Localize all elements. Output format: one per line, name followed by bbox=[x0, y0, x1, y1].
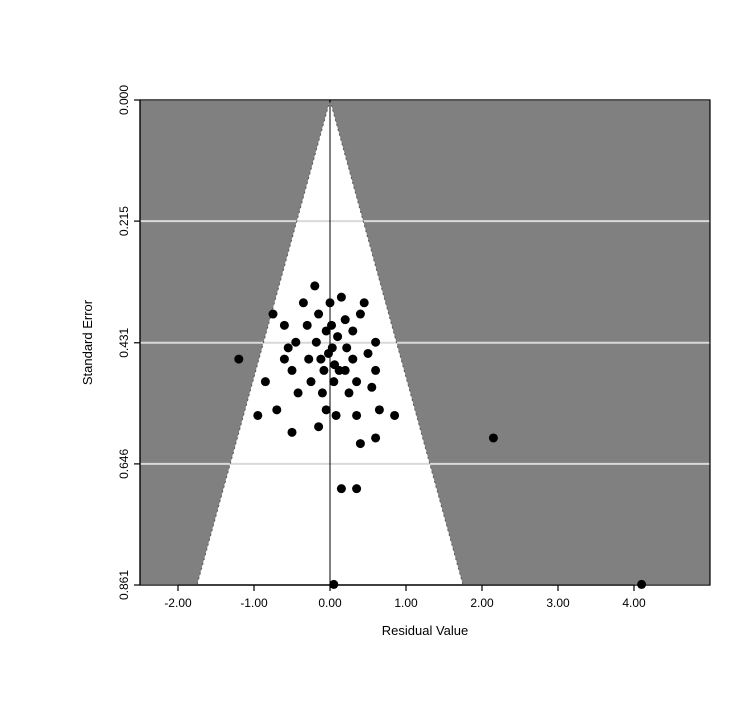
data-point bbox=[371, 433, 380, 442]
data-point bbox=[316, 355, 325, 364]
funnel-plot: -2.00 -1.00 0.00 1.00 2.00 3.00 4.00 0.000 0.215… bbox=[0, 0, 747, 724]
y-axis-title: Standard Error bbox=[80, 299, 95, 385]
data-point bbox=[288, 366, 297, 375]
data-point bbox=[390, 411, 399, 420]
data-point bbox=[348, 326, 357, 335]
x-tick-label: 4.00 bbox=[622, 596, 646, 610]
data-point bbox=[269, 310, 278, 319]
data-point bbox=[341, 366, 350, 375]
data-point bbox=[272, 405, 281, 414]
data-point bbox=[367, 383, 376, 392]
data-point bbox=[322, 405, 331, 414]
data-point bbox=[303, 321, 312, 330]
x-tick-label: 0.00 bbox=[318, 596, 342, 610]
x-tick-label: -1.00 bbox=[240, 596, 268, 610]
data-point bbox=[489, 433, 498, 442]
data-point bbox=[280, 355, 289, 364]
data-point bbox=[234, 355, 243, 364]
data-point bbox=[319, 366, 328, 375]
data-point bbox=[360, 298, 369, 307]
data-point bbox=[332, 411, 341, 420]
data-point bbox=[364, 349, 373, 358]
x-tick-label: 2.00 bbox=[470, 596, 494, 610]
data-point bbox=[352, 484, 361, 493]
data-point bbox=[356, 310, 365, 319]
data-point bbox=[318, 388, 327, 397]
data-point bbox=[352, 411, 361, 420]
data-point bbox=[333, 332, 342, 341]
y-tick-label: 0.215 bbox=[117, 206, 131, 236]
data-point bbox=[329, 377, 338, 386]
y-tick-label: 0.000 bbox=[117, 85, 131, 115]
x-tick-label: 1.00 bbox=[394, 596, 418, 610]
y-tick-label: 0.646 bbox=[117, 449, 131, 479]
data-point bbox=[299, 298, 308, 307]
data-point bbox=[371, 338, 380, 347]
x-tick-label: -2.00 bbox=[164, 596, 192, 610]
data-point bbox=[288, 428, 297, 437]
data-point bbox=[314, 310, 323, 319]
data-point bbox=[314, 422, 323, 431]
y-tick-label: 0.861 bbox=[117, 570, 131, 600]
x-tick-label: 3.00 bbox=[546, 596, 570, 610]
data-point bbox=[307, 377, 316, 386]
data-point bbox=[304, 355, 313, 364]
data-point bbox=[327, 321, 336, 330]
x-axis-title: Residual Value bbox=[382, 623, 468, 638]
data-point bbox=[348, 355, 357, 364]
data-point bbox=[261, 377, 270, 386]
data-point bbox=[637, 580, 646, 589]
data-point bbox=[280, 321, 289, 330]
data-point bbox=[375, 405, 384, 414]
data-point bbox=[294, 388, 303, 397]
data-point bbox=[291, 338, 300, 347]
data-point bbox=[310, 281, 319, 290]
data-point bbox=[328, 343, 337, 352]
data-point bbox=[312, 338, 321, 347]
data-point bbox=[342, 343, 351, 352]
data-point bbox=[345, 388, 354, 397]
y-tick-label: 0.431 bbox=[117, 327, 131, 357]
data-point bbox=[337, 293, 346, 302]
data-point bbox=[356, 439, 365, 448]
data-point bbox=[284, 343, 293, 352]
plot-svg: -2.00 -1.00 0.00 1.00 2.00 3.00 4.00 0.000 0.215… bbox=[0, 0, 747, 724]
data-point bbox=[337, 484, 346, 493]
data-point bbox=[352, 377, 361, 386]
data-point bbox=[341, 315, 350, 324]
data-point bbox=[253, 411, 262, 420]
data-point bbox=[326, 298, 335, 307]
data-point bbox=[371, 366, 380, 375]
